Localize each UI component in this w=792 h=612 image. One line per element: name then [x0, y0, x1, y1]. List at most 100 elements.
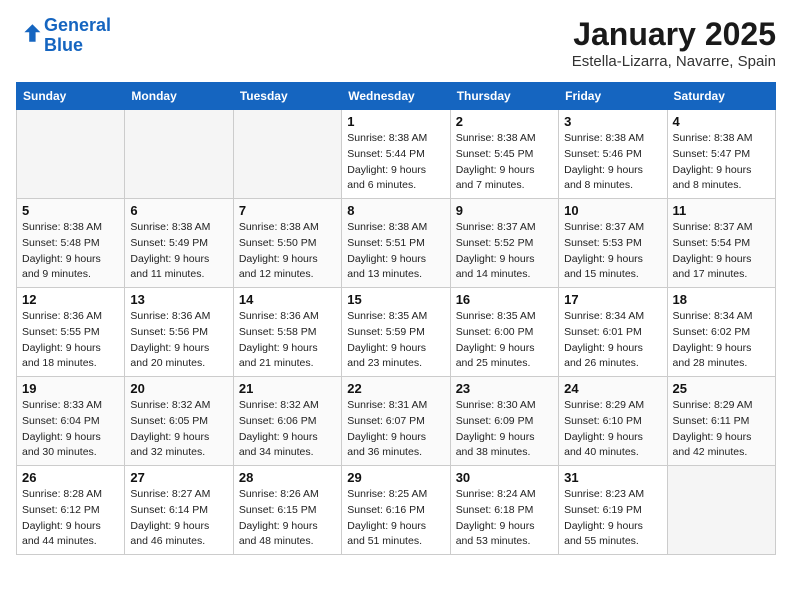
day-number: 11	[673, 203, 770, 218]
day-info: Sunrise: 8:36 AMSunset: 5:58 PMDaylight:…	[239, 309, 336, 372]
calendar-cell: 14 Sunrise: 8:36 AMSunset: 5:58 PMDayligh…	[233, 288, 341, 377]
day-info: Sunrise: 8:32 AMSunset: 6:05 PMDaylight:…	[130, 398, 227, 461]
day-info: Sunrise: 8:35 AMSunset: 5:59 PMDaylight:…	[347, 309, 444, 372]
day-info: Sunrise: 8:28 AMSunset: 6:12 PMDaylight:…	[22, 487, 119, 550]
calendar-cell: 31 Sunrise: 8:23 AMSunset: 6:19 PMDayligh…	[559, 466, 667, 555]
day-number: 31	[564, 470, 661, 485]
day-number: 18	[673, 292, 770, 307]
day-info: Sunrise: 8:38 AMSunset: 5:45 PMDaylight:…	[456, 131, 553, 194]
header: General Blue January 2025 Estella-Lizarr…	[16, 16, 776, 70]
calendar-cell: 1 Sunrise: 8:38 AMSunset: 5:44 PMDaylight…	[342, 110, 450, 199]
day-number: 25	[673, 381, 770, 396]
calendar-cell: 6 Sunrise: 8:38 AMSunset: 5:49 PMDaylight…	[125, 199, 233, 288]
calendar-cell: 27 Sunrise: 8:27 AMSunset: 6:14 PMDayligh…	[125, 466, 233, 555]
calendar-cell: 20 Sunrise: 8:32 AMSunset: 6:05 PMDayligh…	[125, 377, 233, 466]
day-info: Sunrise: 8:34 AMSunset: 6:01 PMDaylight:…	[564, 309, 661, 372]
day-info: Sunrise: 8:37 AMSunset: 5:53 PMDaylight:…	[564, 220, 661, 283]
calendar-cell: 2Sunrise: 8:38 AMSunset: 5:45 PMDaylight…	[450, 110, 558, 199]
day-info: Sunrise: 8:38 AMSunset: 5:47 PMDaylight:…	[673, 131, 770, 194]
calendar-cell: 28 Sunrise: 8:26 AMSunset: 6:15 PMDayligh…	[233, 466, 341, 555]
day-number: 1	[347, 114, 444, 129]
calendar-cell: 19 Sunrise: 8:33 AMSunset: 6:04 PMDayligh…	[17, 377, 125, 466]
calendar-header: SundayMondayTuesdayWednesdayThursdayFrid…	[17, 83, 776, 110]
calendar-cell: 13 Sunrise: 8:36 AMSunset: 5:56 PMDayligh…	[125, 288, 233, 377]
day-info: Sunrise: 8:38 AMSunset: 5:49 PMDaylight:…	[130, 220, 227, 283]
day-number: 9	[456, 203, 553, 218]
day-number: 16	[456, 292, 553, 307]
calendar-cell: 12 Sunrise: 8:36 AMSunset: 5:55 PMDayligh…	[17, 288, 125, 377]
day-number: 12	[22, 292, 119, 307]
weekday-header-friday: Friday	[559, 83, 667, 110]
day-number: 6	[130, 203, 227, 218]
weekday-header-sunday: Sunday	[17, 83, 125, 110]
weekday-header-wednesday: Wednesday	[342, 83, 450, 110]
calendar-title: January 2025	[572, 16, 776, 53]
day-number: 10	[564, 203, 661, 218]
day-number: 3	[564, 114, 661, 129]
day-number: 15	[347, 292, 444, 307]
day-info: Sunrise: 8:35 AMSunset: 6:00 PMDaylight:…	[456, 309, 553, 372]
calendar-cell: 7Sunrise: 8:38 AMSunset: 5:50 PMDaylight…	[233, 199, 341, 288]
day-info: Sunrise: 8:37 AMSunset: 5:52 PMDaylight:…	[456, 220, 553, 283]
calendar-cell: 11Sunrise: 8:37 AMSunset: 5:54 PMDayligh…	[667, 199, 775, 288]
day-number: 20	[130, 381, 227, 396]
day-number: 8	[347, 203, 444, 218]
calendar-cell: 25 Sunrise: 8:29 AMSunset: 6:11 PMDayligh…	[667, 377, 775, 466]
day-number: 21	[239, 381, 336, 396]
calendar-cell: 29Sunrise: 8:25 AMSunset: 6:16 PMDayligh…	[342, 466, 450, 555]
day-info: Sunrise: 8:24 AMSunset: 6:18 PMDaylight:…	[456, 487, 553, 550]
calendar-table: SundayMondayTuesdayWednesdayThursdayFrid…	[16, 82, 776, 555]
week-row-4: 19 Sunrise: 8:33 AMSunset: 6:04 PMDayligh…	[17, 377, 776, 466]
calendar-cell	[125, 110, 233, 199]
day-info: Sunrise: 8:27 AMSunset: 6:14 PMDaylight:…	[130, 487, 227, 550]
calendar-cell: 17 Sunrise: 8:34 AMSunset: 6:01 PMDayligh…	[559, 288, 667, 377]
day-info: Sunrise: 8:36 AMSunset: 5:55 PMDaylight:…	[22, 309, 119, 372]
day-number: 13	[130, 292, 227, 307]
day-info: Sunrise: 8:36 AMSunset: 5:56 PMDaylight:…	[130, 309, 227, 372]
day-number: 29	[347, 470, 444, 485]
calendar-cell: 5Sunrise: 8:38 AMSunset: 5:48 PMDaylight…	[17, 199, 125, 288]
day-number: 23	[456, 381, 553, 396]
calendar-cell: 26 Sunrise: 8:28 AMSunset: 6:12 PMDayligh…	[17, 466, 125, 555]
day-info: Sunrise: 8:26 AMSunset: 6:15 PMDaylight:…	[239, 487, 336, 550]
day-number: 27	[130, 470, 227, 485]
day-info: Sunrise: 8:31 AMSunset: 6:07 PMDaylight:…	[347, 398, 444, 461]
calendar-subtitle: Estella-Lizarra, Navarre, Spain	[572, 53, 776, 70]
day-info: Sunrise: 8:23 AMSunset: 6:19 PMDaylight:…	[564, 487, 661, 550]
day-info: Sunrise: 8:29 AMSunset: 6:11 PMDaylight:…	[673, 398, 770, 461]
calendar-cell: 10 Sunrise: 8:37 AMSunset: 5:53 PMDayligh…	[559, 199, 667, 288]
weekday-header-monday: Monday	[125, 83, 233, 110]
logo-icon	[18, 21, 42, 45]
day-number: 4	[673, 114, 770, 129]
day-info: Sunrise: 8:38 AMSunset: 5:48 PMDaylight:…	[22, 220, 119, 283]
day-info: Sunrise: 8:32 AMSunset: 6:06 PMDaylight:…	[239, 398, 336, 461]
day-number: 17	[564, 292, 661, 307]
day-number: 26	[22, 470, 119, 485]
day-number: 22	[347, 381, 444, 396]
weekday-header-tuesday: Tuesday	[233, 83, 341, 110]
calendar-cell	[667, 466, 775, 555]
day-info: Sunrise: 8:38 AMSunset: 5:44 PMDaylight:…	[347, 131, 444, 194]
logo-line1: General	[44, 15, 111, 35]
day-info: Sunrise: 8:29 AMSunset: 6:10 PMDaylight:…	[564, 398, 661, 461]
calendar-cell	[17, 110, 125, 199]
day-info: Sunrise: 8:33 AMSunset: 6:04 PMDaylight:…	[22, 398, 119, 461]
week-row-2: 5Sunrise: 8:38 AMSunset: 5:48 PMDaylight…	[17, 199, 776, 288]
calendar-cell: 9 Sunrise: 8:37 AMSunset: 5:52 PMDaylight…	[450, 199, 558, 288]
day-number: 14	[239, 292, 336, 307]
calendar-cell	[233, 110, 341, 199]
calendar-cell: 18Sunrise: 8:34 AMSunset: 6:02 PMDayligh…	[667, 288, 775, 377]
title-area: January 2025 Estella-Lizarra, Navarre, S…	[572, 16, 776, 70]
calendar-cell: 21 Sunrise: 8:32 AMSunset: 6:06 PMDayligh…	[233, 377, 341, 466]
calendar-body: 1 Sunrise: 8:38 AMSunset: 5:44 PMDaylight…	[17, 110, 776, 555]
day-info: Sunrise: 8:38 AMSunset: 5:51 PMDaylight:…	[347, 220, 444, 283]
calendar-cell: 3 Sunrise: 8:38 AMSunset: 5:46 PMDaylight…	[559, 110, 667, 199]
day-number: 19	[22, 381, 119, 396]
calendar-cell: 24Sunrise: 8:29 AMSunset: 6:10 PMDayligh…	[559, 377, 667, 466]
calendar-cell: 30Sunrise: 8:24 AMSunset: 6:18 PMDayligh…	[450, 466, 558, 555]
day-number: 28	[239, 470, 336, 485]
week-row-3: 12 Sunrise: 8:36 AMSunset: 5:55 PMDayligh…	[17, 288, 776, 377]
day-info: Sunrise: 8:38 AMSunset: 5:46 PMDaylight:…	[564, 131, 661, 194]
calendar-cell: 8 Sunrise: 8:38 AMSunset: 5:51 PMDaylight…	[342, 199, 450, 288]
calendar-cell: 22 Sunrise: 8:31 AMSunset: 6:07 PMDayligh…	[342, 377, 450, 466]
